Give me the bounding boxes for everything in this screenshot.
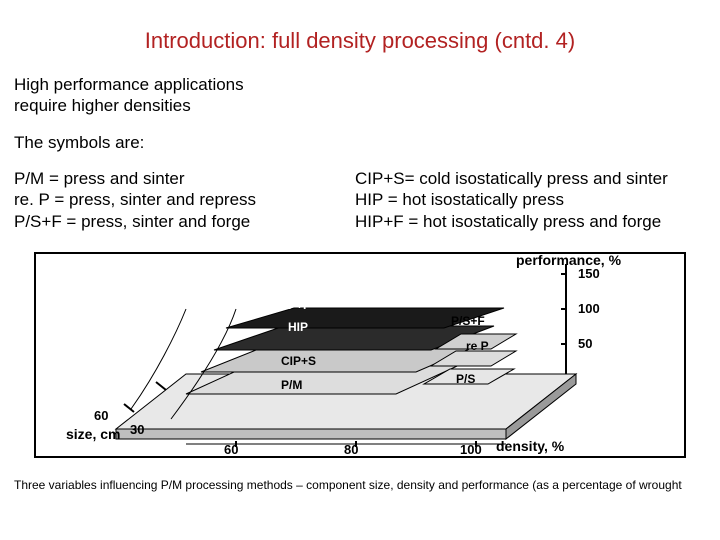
symbol-pm: P/M = press and sinter [14,168,334,189]
band-rep: re P [466,339,489,353]
density-tick-100: 100 [460,442,482,457]
band-hipf: HIP+F [276,298,310,312]
size-tick-30: 30 [130,422,144,437]
band-ps: P/S [456,372,475,386]
intro-text: High performance applications require hi… [14,74,354,117]
axis-density-label: density, % [496,438,564,454]
perf-tick-50: 50 [578,336,592,351]
axis-size-label: size, cm [66,426,120,442]
slide-title: Introduction: full density processing (c… [0,28,720,54]
perf-tick-100: 100 [578,301,600,316]
axis-performance-label: performance, % [516,252,621,268]
symbol-hip: HIP = hot isostatically press [355,189,715,210]
band-cips: CIP+S [281,354,316,368]
figure-caption: Three variables influencing P/M processi… [14,478,706,492]
symbols-left-column: P/M = press and sinter re. P = press, si… [14,168,334,232]
symbols-label: The symbols are: [14,132,144,153]
symbol-cips: CIP+S= cold isostatically press and sint… [355,168,715,189]
perf-tick-150: 150 [578,266,600,281]
symbol-psf: P/S+F = press, sinter and forge [14,211,334,232]
density-tick-60: 60 [224,442,238,457]
density-tick-80: 80 [344,442,358,457]
band-hip: HIP [288,320,308,334]
figure-3d-chart: performance, % 150 100 50 60 30 size, cm… [34,252,686,458]
symbols-right-column: CIP+S= cold isostatically press and sint… [355,168,715,232]
symbol-rep: re. P = press, sinter and repress [14,189,334,210]
intro-line-2: require higher densities [14,95,354,116]
symbol-hipf: HIP+F = hot isostatically press and forg… [355,211,715,232]
slide: Introduction: full density processing (c… [0,0,720,540]
figure-canvas: performance, % 150 100 50 60 30 size, cm… [36,254,684,456]
intro-line-1: High performance applications [14,74,354,95]
band-psf: P/S+F [451,314,485,328]
size-tick-60: 60 [94,408,108,423]
band-pm: P/M [281,378,302,392]
